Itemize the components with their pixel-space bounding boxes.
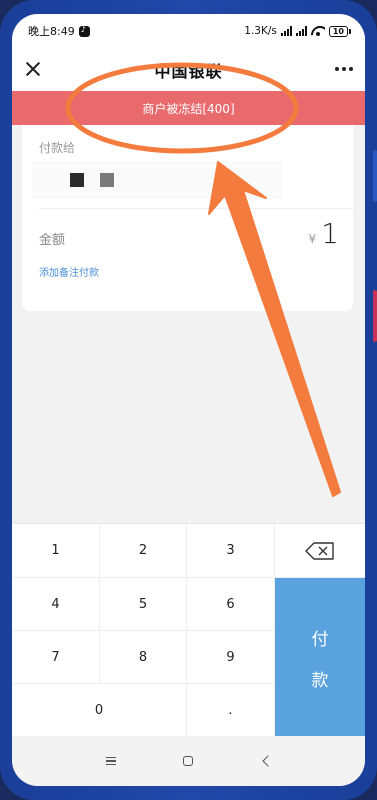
pay-button[interactable]: 付 款 [275, 578, 365, 737]
key-7[interactable]: 7 [12, 631, 100, 684]
screen: 晚上8:49 1.3K/s 10 中国银联 商户被冻结[400] [12, 14, 365, 786]
key-1[interactable]: 1 [12, 524, 100, 578]
signal-icon-2 [295, 26, 307, 36]
divider [39, 208, 353, 209]
backspace-key[interactable] [275, 524, 365, 578]
app-title: 中国银联 [154, 61, 223, 81]
key-3[interactable]: 3 [187, 524, 275, 578]
back-icon[interactable] [254, 749, 278, 773]
payee-label: 付款给 [39, 141, 76, 155]
payment-card: 付款给 金额 ¥ 1 添加备注付款 [22, 125, 353, 311]
app-bar: 中国银联 [12, 48, 365, 91]
phone-frame: 晚上8:49 1.3K/s 10 中国银联 商户被冻结[400] [0, 0, 377, 800]
add-note-link[interactable]: 添加备注付款 [39, 264, 99, 279]
key-9[interactable]: 9 [187, 631, 275, 684]
payee-avatars [32, 161, 282, 199]
status-time: 晚上8:49 [28, 25, 75, 38]
key-8[interactable]: 8 [100, 631, 187, 684]
tiktok-icon [78, 25, 90, 37]
currency-symbol: ¥ [308, 232, 317, 246]
more-icon[interactable] [335, 67, 353, 71]
merchant-avatar-dark [70, 173, 84, 187]
system-nav-bar [12, 736, 365, 786]
network-speed: 1.3K/s [244, 25, 277, 37]
battery-level: 10 [328, 25, 348, 37]
keypad: 1 2 3 4 5 6 7 8 9 0 . 付 款 [12, 523, 365, 737]
pay-label-1: 付 [311, 629, 329, 650]
key-5[interactable]: 5 [100, 578, 187, 631]
battery-icon: 10 [328, 25, 351, 37]
amount-value: 1 [321, 217, 339, 250]
power-button [373, 290, 377, 342]
error-banner: 商户被冻结[400] [12, 91, 365, 125]
volume-button [373, 150, 377, 202]
key-0[interactable]: 0 [12, 684, 187, 737]
key-4[interactable]: 4 [12, 578, 100, 631]
error-message: 商户被冻结[400] [142, 101, 235, 116]
merchant-avatar-gray [100, 173, 114, 187]
key-dot[interactable]: . [187, 684, 275, 737]
status-bar: 晚上8:49 1.3K/s 10 [12, 14, 365, 48]
backspace-icon [305, 541, 334, 560]
close-icon[interactable] [22, 58, 44, 80]
wifi-icon [311, 26, 325, 36]
amount-field[interactable]: ¥ 1 [309, 217, 339, 250]
signal-icon [280, 26, 292, 36]
amount-label: 金额 [39, 233, 66, 248]
key-6[interactable]: 6 [187, 578, 275, 631]
pay-label-2: 款 [311, 670, 329, 691]
home-icon[interactable] [176, 749, 200, 773]
menu-icon[interactable] [99, 749, 123, 773]
key-2[interactable]: 2 [100, 524, 187, 578]
